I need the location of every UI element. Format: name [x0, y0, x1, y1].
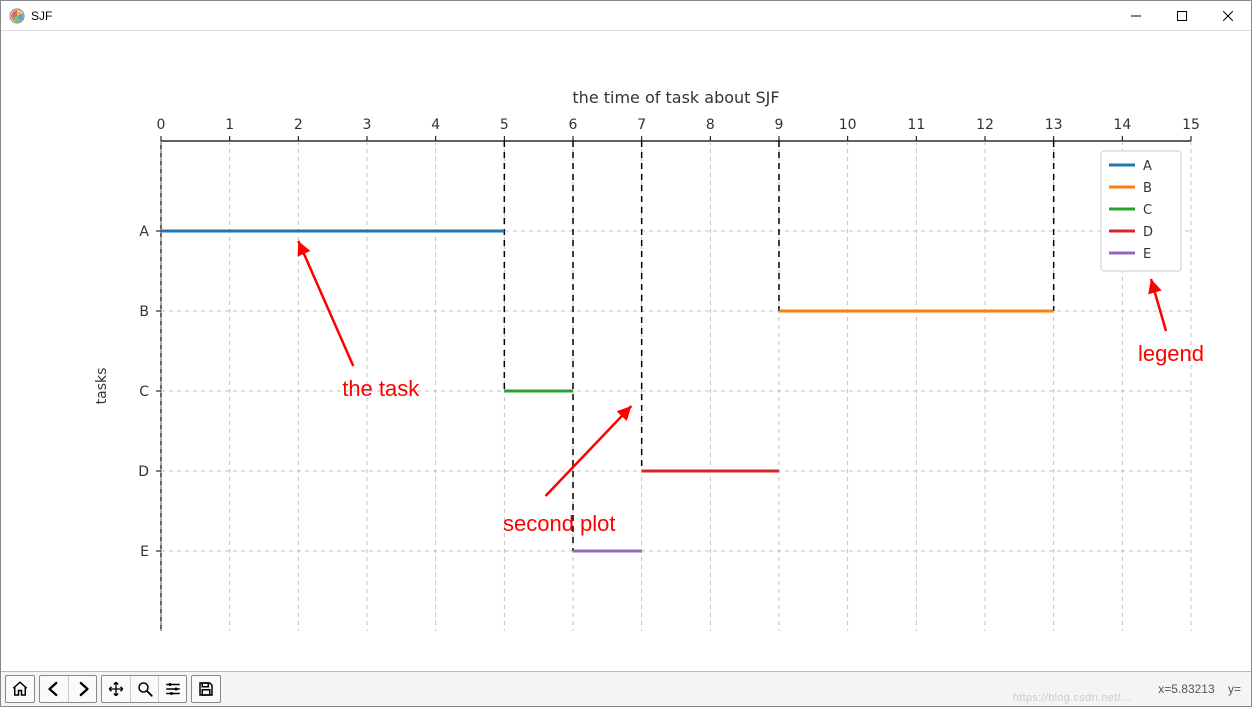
svg-text:2: 2 — [294, 117, 303, 133]
forward-button[interactable] — [68, 676, 96, 702]
window-controls — [1113, 1, 1251, 31]
svg-text:the time of task about SJF: the time of task about SJF — [572, 88, 779, 107]
svg-text:E: E — [140, 544, 149, 560]
pan-button[interactable] — [102, 676, 130, 702]
matplotlib-toolbar: https://blog.csdn.net/... x=5.83213 y= — [1, 671, 1251, 706]
svg-text:A: A — [139, 224, 149, 240]
svg-text:0: 0 — [157, 117, 166, 133]
svg-text:13: 13 — [1045, 117, 1063, 133]
svg-text:12: 12 — [976, 117, 994, 133]
svg-text:D: D — [138, 464, 149, 480]
svg-text:8: 8 — [706, 117, 715, 133]
svg-text:14: 14 — [1113, 117, 1131, 133]
annotation-legend: legend — [1138, 341, 1204, 366]
svg-text:B: B — [139, 304, 149, 320]
svg-text:tasks: tasks — [94, 368, 110, 405]
coord-status: x=5.83213 y= — [1158, 682, 1247, 696]
configure-button[interactable] — [158, 676, 186, 702]
window-title: SJF — [31, 9, 52, 23]
plot-area[interactable]: 0123456789101112131415ABCDEthe time of t… — [1, 31, 1251, 671]
svg-text:10: 10 — [839, 117, 857, 133]
svg-text:7: 7 — [637, 117, 646, 133]
svg-text:3: 3 — [363, 117, 372, 133]
svg-text:C: C — [1143, 203, 1152, 218]
svg-text:4: 4 — [431, 117, 440, 133]
chart-canvas: 0123456789101112131415ABCDEthe time of t… — [1, 31, 1251, 671]
save-button[interactable] — [192, 676, 220, 702]
annotation-the-task: the task — [342, 376, 420, 401]
close-button[interactable] — [1205, 1, 1251, 31]
svg-text:6: 6 — [569, 117, 578, 133]
svg-text:D: D — [1143, 225, 1153, 240]
watermark: https://blog.csdn.net/... — [1013, 692, 1131, 704]
svg-text:A: A — [1143, 159, 1152, 174]
svg-text:15: 15 — [1182, 117, 1200, 133]
svg-text:1: 1 — [225, 117, 234, 133]
home-button[interactable] — [6, 676, 34, 702]
svg-text:5: 5 — [500, 117, 509, 133]
svg-text:11: 11 — [907, 117, 925, 133]
svg-text:B: B — [1143, 181, 1152, 196]
maximize-button[interactable] — [1159, 1, 1205, 31]
minimize-button[interactable] — [1113, 1, 1159, 31]
back-button[interactable] — [40, 676, 68, 702]
svg-text:9: 9 — [775, 117, 784, 133]
zoom-button[interactable] — [130, 676, 158, 702]
app-window: SJF 0123456789101112131415ABCDEthe time … — [0, 0, 1252, 707]
title-bar: SJF — [1, 1, 1251, 31]
svg-text:C: C — [139, 384, 149, 400]
annotation-second-plot: second plot — [503, 511, 616, 536]
app-icon — [9, 8, 25, 24]
svg-text:E: E — [1143, 247, 1151, 262]
